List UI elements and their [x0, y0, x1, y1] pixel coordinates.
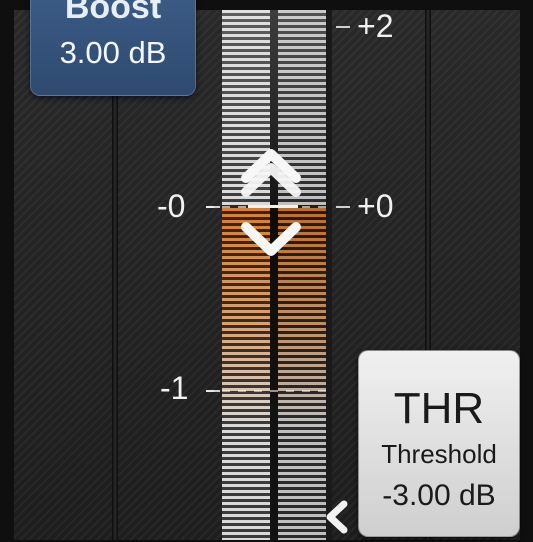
scale-label-plus-2: +2 [357, 8, 394, 44]
threshold-control[interactable]: THR Threshold -3.00 dB [358, 350, 520, 537]
threshold-value: -3.00 dB [382, 479, 496, 512]
scale-line-minus-1 [206, 390, 326, 392]
increase-handle[interactable] [236, 140, 306, 200]
scale-label-minus-1: -1 [160, 370, 189, 406]
chevron-up-icon [241, 149, 301, 197]
boost-control[interactable]: Boost 3.00 dB [30, 0, 196, 96]
chevron-down-icon [241, 222, 301, 256]
decrease-handle[interactable] [236, 205, 306, 265]
scale-label-plus-0: +0 [357, 188, 394, 224]
chevron-left-icon [326, 500, 348, 534]
threshold-pointer [322, 500, 352, 534]
boost-value: 3.00 dB [59, 35, 167, 70]
threshold-subtitle: Threshold [381, 439, 497, 469]
scale-tick-right-0 [336, 206, 350, 208]
scale-tick-right-2 [336, 26, 350, 28]
scale-label-minus-0: -0 [157, 188, 186, 224]
threshold-title: THR [393, 384, 485, 433]
boost-title: Boost [64, 0, 162, 26]
